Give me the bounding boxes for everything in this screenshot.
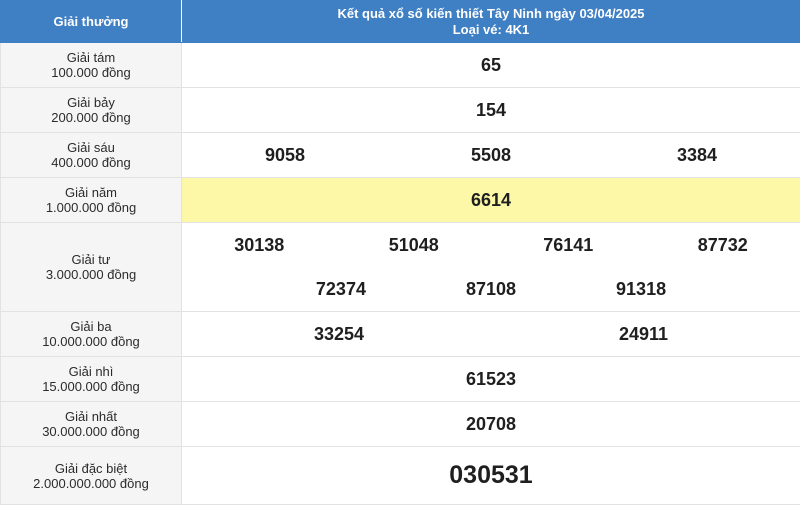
winning-number: 6614 bbox=[471, 190, 511, 211]
prize-numbers-cell: 154 bbox=[182, 88, 800, 133]
winning-number: 61523 bbox=[466, 369, 516, 390]
winning-number: 5508 bbox=[471, 145, 511, 166]
winning-number: 65 bbox=[481, 55, 501, 76]
winning-number: 24911 bbox=[619, 324, 668, 345]
results-title: Kết quả xổ số kiến thiết Tây Ninh ngày 0… bbox=[337, 6, 644, 21]
prize-name-cell: Giải nhất 30.000.000 đồng bbox=[1, 402, 182, 447]
prize-label: Giải nhất bbox=[1, 409, 181, 424]
prize-row-6: Giải sáu 400.000 đồng 9058 5508 3384 bbox=[1, 133, 800, 178]
winning-number: 20708 bbox=[466, 414, 516, 435]
prize-amount: 10.000.000 đồng bbox=[1, 334, 181, 349]
results-header: Kết quả xổ số kiến thiết Tây Ninh ngày 0… bbox=[182, 1, 800, 43]
prize-amount: 2.000.000.000 đồng bbox=[1, 476, 181, 491]
winning-number: 51048 bbox=[389, 235, 439, 256]
winning-number: 87108 bbox=[466, 279, 516, 300]
winning-number: 72374 bbox=[316, 279, 366, 300]
column-header-prize: Giải thưởng bbox=[1, 1, 182, 43]
winning-number: 30138 bbox=[234, 235, 284, 256]
prize-label: Giải bảy bbox=[1, 95, 181, 110]
prize-row-8: Giải tám 100.000 đồng 65 bbox=[1, 43, 800, 88]
prize-label: Giải năm bbox=[1, 185, 181, 200]
winning-number: 87732 bbox=[698, 235, 748, 256]
prize-row-1: Giải nhất 30.000.000 đồng 20708 bbox=[1, 402, 800, 447]
prize-numbers-cell: 33254 24911 bbox=[182, 312, 800, 357]
winning-number: 3384 bbox=[677, 145, 717, 166]
prize-name-cell: Giải sáu 400.000 đồng bbox=[1, 133, 182, 178]
winning-number: 33254 bbox=[314, 324, 364, 345]
prize-amount: 3.000.000 đồng bbox=[1, 267, 181, 282]
prize-name-cell: Giải tư 3.000.000 đồng bbox=[1, 223, 182, 312]
prize-name-cell: Giải ba 10.000.000 đồng bbox=[1, 312, 182, 357]
prize-label: Giải nhì bbox=[1, 364, 181, 379]
prize-label: Giải đặc biệt bbox=[1, 461, 181, 476]
prize-name-cell: Giải bảy 200.000 đồng bbox=[1, 88, 182, 133]
prize-label: Giải sáu bbox=[1, 140, 181, 155]
winning-number: 76141 bbox=[543, 235, 593, 256]
winning-number: 154 bbox=[476, 100, 506, 121]
prize-label: Giải tư bbox=[1, 252, 181, 267]
prize-numbers-cell: 6614 bbox=[182, 178, 800, 223]
prize-amount: 200.000 đồng bbox=[1, 110, 181, 125]
prize-numbers-cell: 65 bbox=[182, 43, 800, 88]
lottery-results-table: Giải thưởng Kết quả xổ số kiến thiết Tây… bbox=[0, 0, 800, 505]
prize-name-cell: Giải tám 100.000 đồng bbox=[1, 43, 182, 88]
prize-numbers-cell: 20708 bbox=[182, 402, 800, 447]
prize-amount: 30.000.000 đồng bbox=[1, 424, 181, 439]
prize-amount: 400.000 đồng bbox=[1, 155, 181, 170]
prize-row-5: Giải năm 1.000.000 đồng 6614 bbox=[1, 178, 800, 223]
prize-name-cell: Giải năm 1.000.000 đồng bbox=[1, 178, 182, 223]
prize-label: Giải tám bbox=[1, 50, 181, 65]
winning-number: 91318 bbox=[616, 279, 666, 300]
prize-name-cell: Giải nhì 15.000.000 đồng bbox=[1, 357, 182, 402]
prize-numbers-cell: 30138 51048 76141 87732 72374 87108 9131… bbox=[182, 223, 800, 312]
prize-row-2: Giải nhì 15.000.000 đồng 61523 bbox=[1, 357, 800, 402]
prize-label: Giải ba bbox=[1, 319, 181, 334]
prize-numbers-cell: 61523 bbox=[182, 357, 800, 402]
prize-row-3: Giải ba 10.000.000 đồng 33254 24911 bbox=[1, 312, 800, 357]
prize-amount: 1.000.000 đồng bbox=[1, 200, 181, 215]
ticket-type: Loại vé: 4K1 bbox=[453, 22, 530, 37]
prize-name-cell: Giải đặc biệt 2.000.000.000 đồng bbox=[1, 447, 182, 505]
prize-numbers-cell: 030531 bbox=[182, 447, 800, 505]
prize-numbers-cell: 9058 5508 3384 bbox=[182, 133, 800, 178]
special-winning-number: 030531 bbox=[449, 461, 532, 490]
prize-amount: 100.000 đồng bbox=[1, 65, 181, 80]
winning-number: 9058 bbox=[265, 145, 305, 166]
prize-row-special: Giải đặc biệt 2.000.000.000 đồng 030531 bbox=[1, 447, 800, 505]
prize-row-4: Giải tư 3.000.000 đồng 30138 51048 76141… bbox=[1, 223, 800, 312]
prize-row-7: Giải bảy 200.000 đồng 154 bbox=[1, 88, 800, 133]
prize-amount: 15.000.000 đồng bbox=[1, 379, 181, 394]
